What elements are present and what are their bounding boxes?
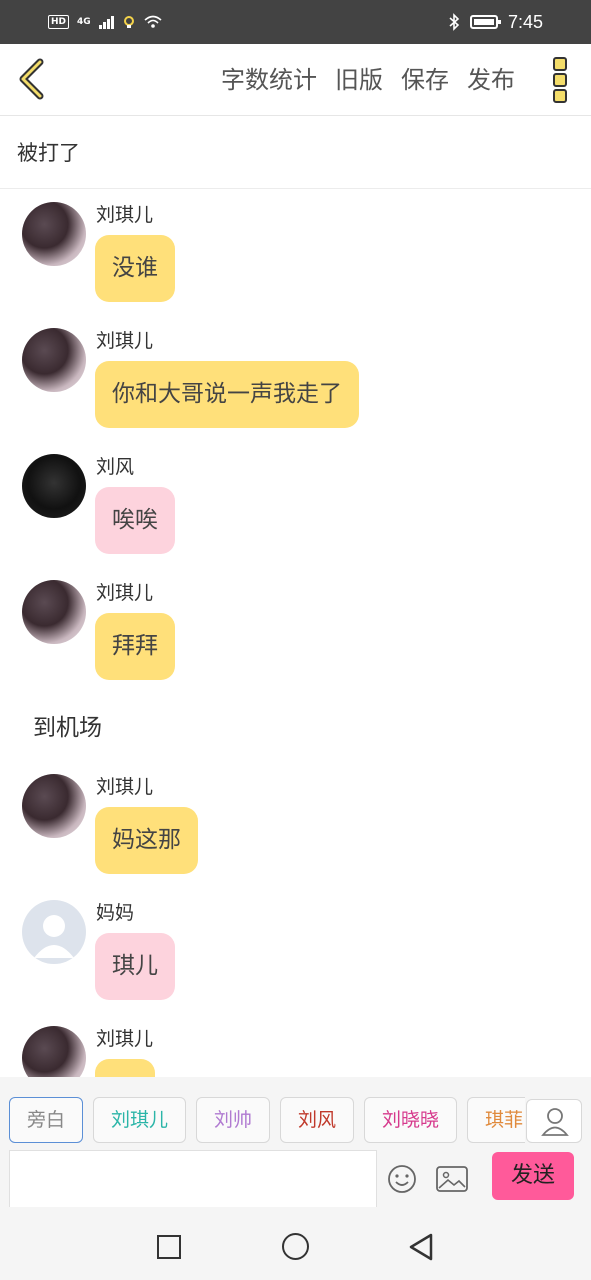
message-bubble[interactable]: 你和大哥说一声我走了 xyxy=(95,361,359,428)
network-type: 4G xyxy=(77,17,91,27)
nav-actions: 字数统计 旧版 保存 发布 xyxy=(221,62,515,98)
role-chip[interactable]: 刘风 xyxy=(280,1097,354,1143)
role-chip[interactable]: 琪菲 xyxy=(467,1097,525,1143)
avatar[interactable] xyxy=(22,454,86,518)
square-icon[interactable] xyxy=(157,1235,181,1259)
message-bubble[interactable]: 妈这那 xyxy=(95,807,198,874)
role-chip[interactable]: 刘琪儿 xyxy=(93,1097,186,1143)
status-right: 7:45 xyxy=(448,8,543,36)
top-nav: 字数统计 旧版 保存 发布 xyxy=(0,44,591,116)
role-chip[interactable]: 刘晓晓 xyxy=(364,1097,457,1143)
person-icon xyxy=(541,1108,569,1136)
sender-name: 刘琪儿 xyxy=(96,204,154,226)
narration-text[interactable]: 到机场 xyxy=(33,708,102,742)
avatar[interactable] xyxy=(22,1026,86,1077)
sender-name: 刘风 xyxy=(96,456,135,478)
message-bubble[interactable]: 琪儿 xyxy=(95,933,175,1000)
role-chip-narration[interactable]: 旁白 xyxy=(9,1097,83,1143)
status-bar: HD 4G 7:45 xyxy=(0,0,591,44)
role-chips: 旁白 刘琪儿 刘帅 刘风 刘晓晓 琪菲 xyxy=(0,1097,525,1145)
send-button[interactable]: 发送 xyxy=(492,1152,574,1200)
sender-name: 刘琪儿 xyxy=(96,582,154,604)
bluetooth-icon xyxy=(449,13,460,31)
sender-name: 刘琪儿 xyxy=(96,330,154,352)
role-select-button[interactable] xyxy=(526,1099,582,1143)
message-bubble[interactable]: 唉唉 xyxy=(95,487,175,554)
circle-icon[interactable] xyxy=(282,1233,309,1260)
system-nav-bar xyxy=(0,1207,591,1280)
save-button[interactable]: 保存 xyxy=(401,62,449,98)
clock: 7:45 xyxy=(507,11,543,32)
avatar[interactable] xyxy=(22,328,86,392)
message-bubble[interactable] xyxy=(95,1059,155,1077)
chevron-left-icon[interactable] xyxy=(14,56,54,102)
input-panel: 旁白 刘琪儿 刘帅 刘风 刘晓晓 琪菲 发送 xyxy=(0,1077,591,1207)
avatar[interactable] xyxy=(22,580,86,644)
sender-name: 刘琪儿 xyxy=(96,1028,154,1050)
image-icon[interactable] xyxy=(435,1165,469,1193)
message-bubble[interactable]: 拜拜 xyxy=(95,613,175,680)
chapter-title[interactable]: 被打了 xyxy=(0,117,591,189)
power-saving-icon xyxy=(123,16,134,28)
triangle-back-icon[interactable] xyxy=(408,1232,434,1262)
old-version-button[interactable]: 旧版 xyxy=(335,62,383,98)
status-left: HD 4G xyxy=(48,10,162,34)
role-chip[interactable]: 刘帅 xyxy=(196,1097,270,1143)
word-count-button[interactable]: 字数统计 xyxy=(221,62,317,98)
sender-name: 刘琪儿 xyxy=(96,776,154,798)
wifi-icon xyxy=(144,15,162,28)
sender-name: 妈妈 xyxy=(96,902,135,924)
more-vertical-icon[interactable] xyxy=(553,57,569,103)
avatar[interactable] xyxy=(22,774,86,838)
message-input[interactable] xyxy=(9,1150,377,1207)
signal-icon xyxy=(98,15,114,29)
message-bubble[interactable]: 没谁 xyxy=(95,235,175,302)
chat-area[interactable]: 刘琪儿 没谁 刘琪儿 你和大哥说一声我走了 刘风 唉唉 刘琪儿 拜拜 到机场 刘… xyxy=(0,190,591,1077)
default-avatar-icon xyxy=(34,915,74,958)
avatar[interactable] xyxy=(22,202,86,266)
avatar[interactable] xyxy=(22,900,86,964)
battery-icon xyxy=(469,15,501,29)
emoji-icon[interactable] xyxy=(386,1163,418,1195)
publish-button[interactable]: 发布 xyxy=(467,62,515,98)
hd-badge: HD xyxy=(48,15,70,29)
